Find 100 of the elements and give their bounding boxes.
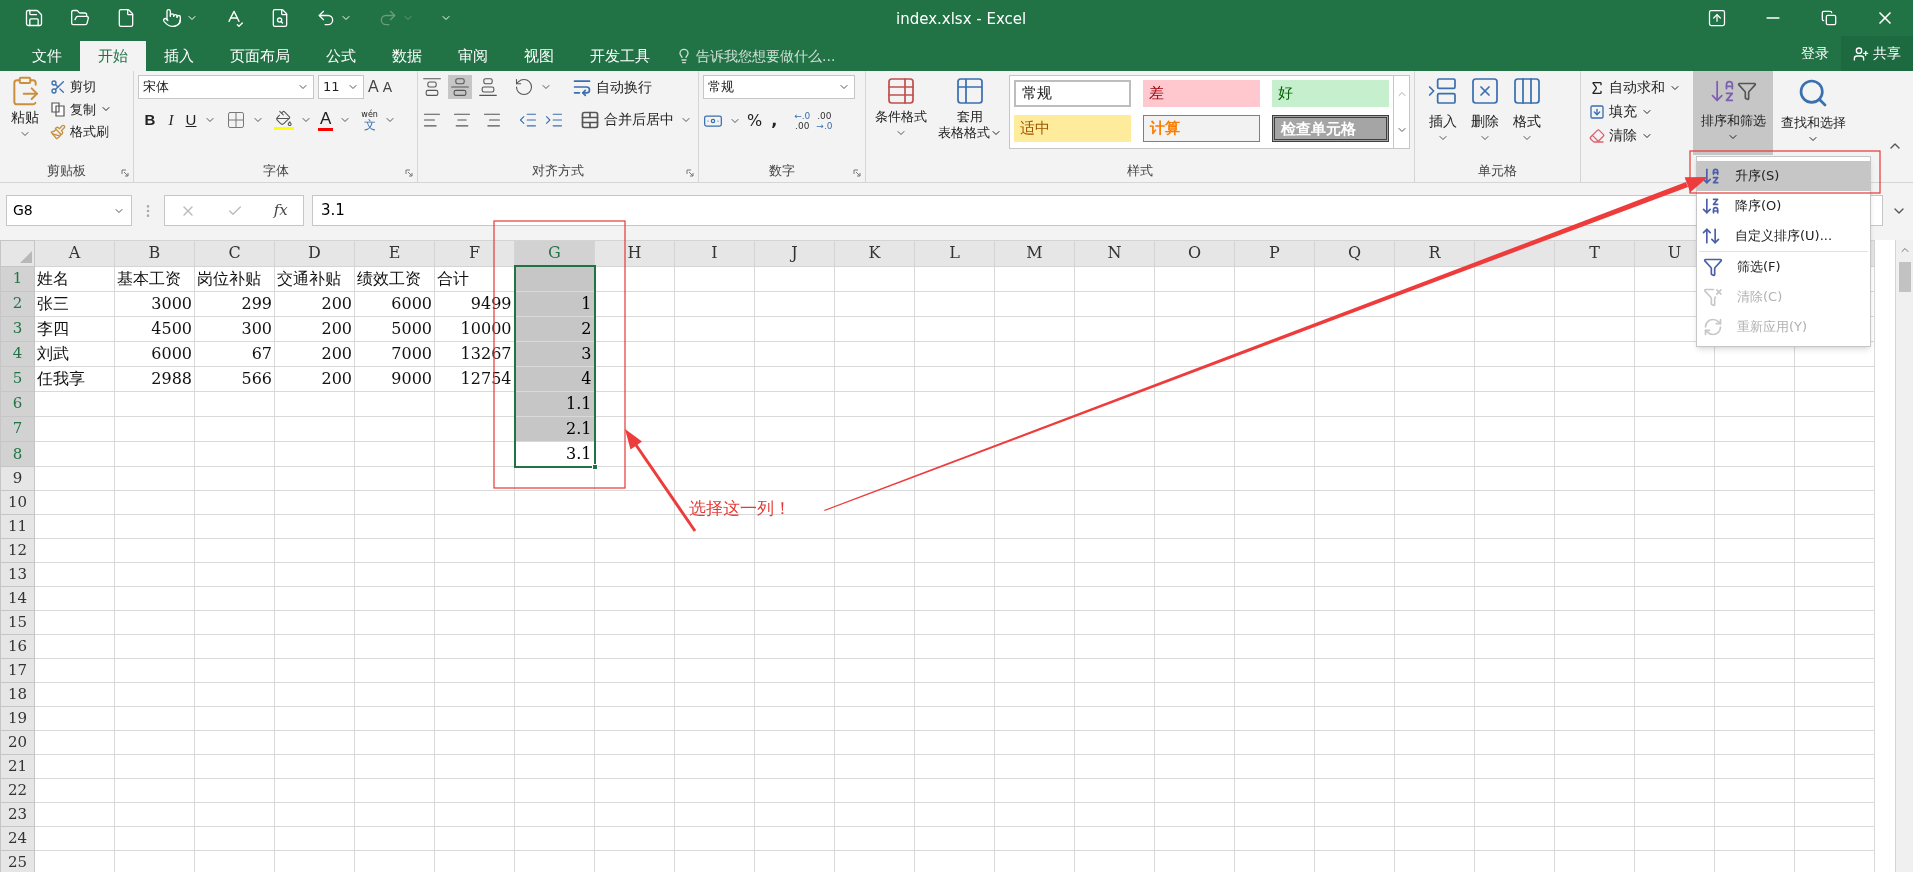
row-header[interactable]: 16 [0, 634, 35, 659]
column-header[interactable]: O [1154, 240, 1235, 266]
copy-button[interactable]: 复制 [50, 99, 112, 119]
merge-center-button[interactable]: 合并后居中 [580, 109, 674, 130]
column-header[interactable]: C [194, 240, 275, 266]
row-header[interactable]: 5 [0, 366, 35, 391]
print-preview-icon[interactable] [270, 8, 290, 28]
row-header[interactable]: 7 [0, 416, 35, 441]
fill-button[interactable]: 填充 [1589, 101, 1693, 122]
selected-cell[interactable]: 3.1 [514, 441, 595, 467]
bold-button[interactable]: B [142, 109, 158, 132]
cut-button[interactable]: 剪切 [50, 77, 112, 97]
row-header[interactable]: 8 [0, 441, 35, 467]
ribbon-tab[interactable]: 文件 [14, 41, 80, 71]
cell-style-item[interactable]: 常规 [1013, 80, 1131, 107]
underline-button[interactable]: U [184, 109, 198, 132]
vertical-scrollbar[interactable] [1895, 240, 1913, 872]
percent-button[interactable]: % [747, 109, 763, 133]
row-header[interactable]: 3 [0, 316, 35, 341]
column-header[interactable]: R [1394, 240, 1475, 266]
font-color-button[interactable]: A [318, 109, 334, 131]
ribbon-tab[interactable]: 公式 [308, 41, 374, 71]
row-header[interactable]: 17 [0, 658, 35, 683]
hand-pointer-icon[interactable] [162, 8, 182, 28]
row-header[interactable]: 19 [0, 706, 35, 731]
number-format-field[interactable]: 常规 [703, 75, 855, 99]
column-header[interactable]: P [1234, 240, 1315, 266]
cell-style-item[interactable]: 适中 [1013, 115, 1131, 142]
selected-cell[interactable]: 3 [514, 341, 595, 366]
ribbon-display-icon[interactable] [1707, 8, 1727, 28]
row-header[interactable]: 6 [0, 391, 35, 416]
decrease-decimal-button[interactable]: .00 →.0 [816, 111, 833, 131]
rotate-text-icon[interactable] [514, 77, 534, 97]
row-header[interactable]: 4 [0, 341, 35, 366]
wrap-text-button[interactable]: 自动换行 [572, 76, 652, 98]
row-header[interactable]: 9 [0, 466, 35, 491]
row-header[interactable]: 12 [0, 538, 35, 563]
row-header[interactable]: 22 [0, 778, 35, 803]
row-header[interactable]: 2 [0, 291, 35, 316]
selected-cell[interactable]: 2 [514, 316, 595, 341]
column-header[interactable]: K [834, 240, 915, 266]
italic-button[interactable]: I [164, 109, 178, 132]
name-box[interactable]: G8 [6, 195, 132, 226]
selected-cell[interactable]: 1.1 [514, 391, 595, 416]
menu-item[interactable]: 升序(S) [1697, 161, 1870, 191]
file-icon[interactable] [116, 8, 136, 28]
cells-button[interactable]: 删除 [1469, 75, 1501, 144]
column-header[interactable]: F [434, 240, 515, 266]
share-button[interactable]: 共享 [1841, 36, 1913, 71]
row-header[interactable]: 11 [0, 514, 35, 539]
column-header[interactable]: D [274, 240, 355, 266]
table-format-button[interactable]: 套用 表格格式 [936, 75, 1003, 149]
column-header[interactable]: Q [1314, 240, 1395, 266]
row-header[interactable]: 18 [0, 682, 35, 707]
tell-me-field[interactable]: 告诉我您想要做什么... [696, 45, 896, 67]
ribbon-tab[interactable]: 数据 [374, 41, 440, 71]
font-size-field[interactable]: 11 [318, 75, 364, 99]
ribbon-tab[interactable]: 开始 [80, 41, 146, 71]
undo-icon[interactable] [316, 8, 336, 28]
cell-style-item[interactable]: 差 [1142, 80, 1260, 107]
insert-function-button[interactable]: fx [273, 199, 288, 222]
increase-decimal-button[interactable]: ←.0 .00 [794, 111, 811, 131]
column-header[interactable]: G [514, 240, 595, 266]
clear-button[interactable]: 清除 [1589, 125, 1693, 146]
bottom-align-icon[interactable] [478, 77, 498, 97]
ribbon-tab[interactable]: 页面布局 [212, 41, 308, 71]
fill-handle[interactable] [591, 463, 598, 470]
cells-button[interactable]: 插入 [1427, 75, 1459, 144]
comma-button[interactable]: , [768, 109, 781, 133]
ribbon-tab[interactable]: 视图 [506, 41, 572, 71]
ribbon-tab[interactable]: 开发工具 [572, 41, 668, 71]
row-header[interactable]: 13 [0, 562, 35, 587]
column-header[interactable]: I [674, 240, 755, 266]
paste-button[interactable]: 粘贴 [4, 75, 46, 142]
selected-cell[interactable] [514, 266, 595, 291]
row-header[interactable]: 20 [0, 730, 35, 755]
find-select-button[interactable]: 查找和选择 [1773, 71, 1853, 155]
selected-cell[interactable]: 2.1 [514, 416, 595, 441]
fill-bucket-icon[interactable] [274, 110, 294, 131]
column-header[interactable]: B [114, 240, 195, 266]
column-header[interactable]: N [1074, 240, 1155, 266]
dialog-launcher-icon[interactable] [853, 169, 861, 177]
font-name-field[interactable]: 宋体 [138, 75, 314, 99]
column-header[interactable]: L [914, 240, 995, 266]
sign-in-link[interactable]: 登录 [1789, 43, 1841, 64]
row-header[interactable]: 25 [0, 850, 35, 872]
column-header[interactable]: M [994, 240, 1075, 266]
ribbon-tab[interactable]: 审阅 [440, 41, 506, 71]
row-header[interactable]: 23 [0, 802, 35, 827]
format-painter-button[interactable]: 格式刷 [50, 122, 112, 142]
ribbon-tab[interactable]: 插入 [146, 41, 212, 71]
row-header[interactable]: 24 [0, 826, 35, 851]
middle-align-icon[interactable] [448, 75, 472, 99]
column-header[interactable]: H [594, 240, 675, 266]
row-header[interactable]: 15 [0, 610, 35, 635]
column-header[interactable]: A [34, 240, 115, 266]
column-header[interactable]: J [754, 240, 835, 266]
folder-icon[interactable] [70, 8, 90, 28]
column-header[interactable]: T [1554, 240, 1635, 266]
row-header[interactable]: 14 [0, 586, 35, 611]
